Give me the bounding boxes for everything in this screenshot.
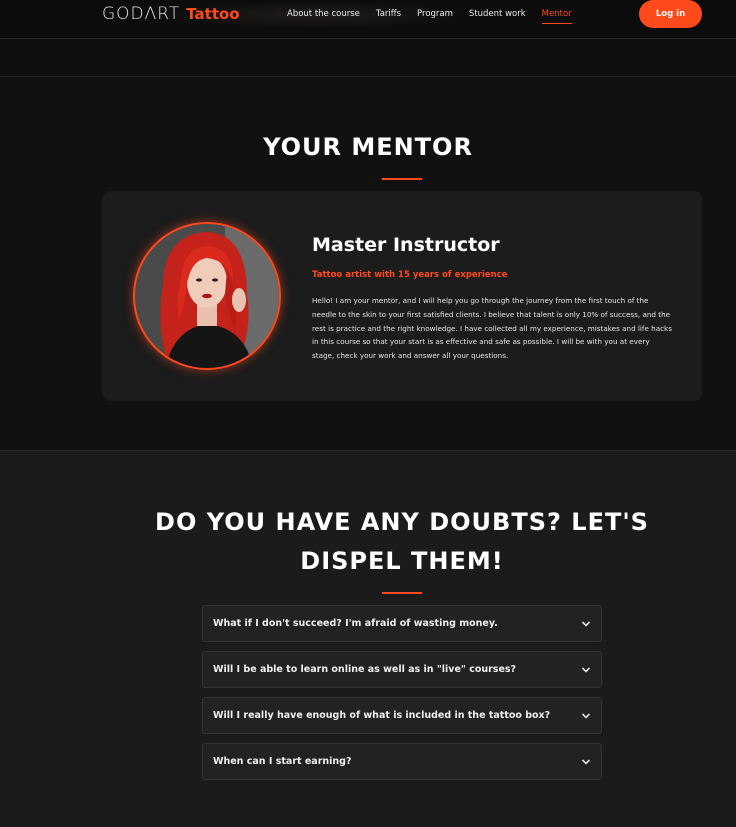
nav-link-about[interactable]: About the course <box>287 8 360 20</box>
faq-item[interactable]: When can I start earning? <box>202 743 602 780</box>
mentor-bio: Hello! I am your mentor, and I will help… <box>312 296 672 361</box>
login-button[interactable]: Log in <box>639 0 702 28</box>
title-underline <box>382 592 422 594</box>
nav-link-student-work[interactable]: Student work <box>469 8 526 20</box>
mentor-name: Master Instructor <box>312 234 500 256</box>
nav-link-mentor[interactable]: Mentor <box>541 8 572 24</box>
mentor-role: Tattoo artist with 15 years of experienc… <box>312 270 508 280</box>
faq-question: Will I be able to learn online as well a… <box>213 664 517 675</box>
faq-question: What if I don't succeed? I'm afraid of w… <box>213 618 498 629</box>
faq-question: Will I really have enough of what is inc… <box>213 710 551 721</box>
faq-item[interactable]: Will I be able to learn online as well a… <box>202 651 602 688</box>
chevron-down-icon <box>581 667 591 673</box>
nav-link-program[interactable]: Program <box>417 8 453 20</box>
site-header: GODΛRT Tattoo About the course Tariffs P… <box>0 0 736 39</box>
logo-accent-text: Tattoo <box>186 5 240 23</box>
mentor-portrait-illustration <box>135 224 279 368</box>
mentor-section-title: YOUR MENTOR <box>263 133 473 161</box>
mentor-photo <box>133 222 281 370</box>
faq-title: DO YOU HAVE ANY DOUBTS? LET'S DISPEL THE… <box>155 508 649 575</box>
chevron-down-icon <box>581 621 591 627</box>
faq-item[interactable]: Will I really have enough of what is inc… <box>202 697 602 734</box>
main-nav: About the course Tariffs Program Student… <box>287 8 588 24</box>
faq-question: When can I start earning? <box>213 756 352 767</box>
title-underline <box>382 178 422 180</box>
logo[interactable]: GODΛRT Tattoo <box>102 4 240 26</box>
chevron-down-icon <box>581 759 591 765</box>
nav-link-tariffs[interactable]: Tariffs <box>376 8 401 20</box>
chevron-down-icon <box>581 713 591 719</box>
faq-list: What if I don't succeed? I'm afraid of w… <box>202 605 602 789</box>
faq-item[interactable]: What if I don't succeed? I'm afraid of w… <box>202 605 602 642</box>
logo-wordmark: GODΛRT <box>102 4 181 24</box>
